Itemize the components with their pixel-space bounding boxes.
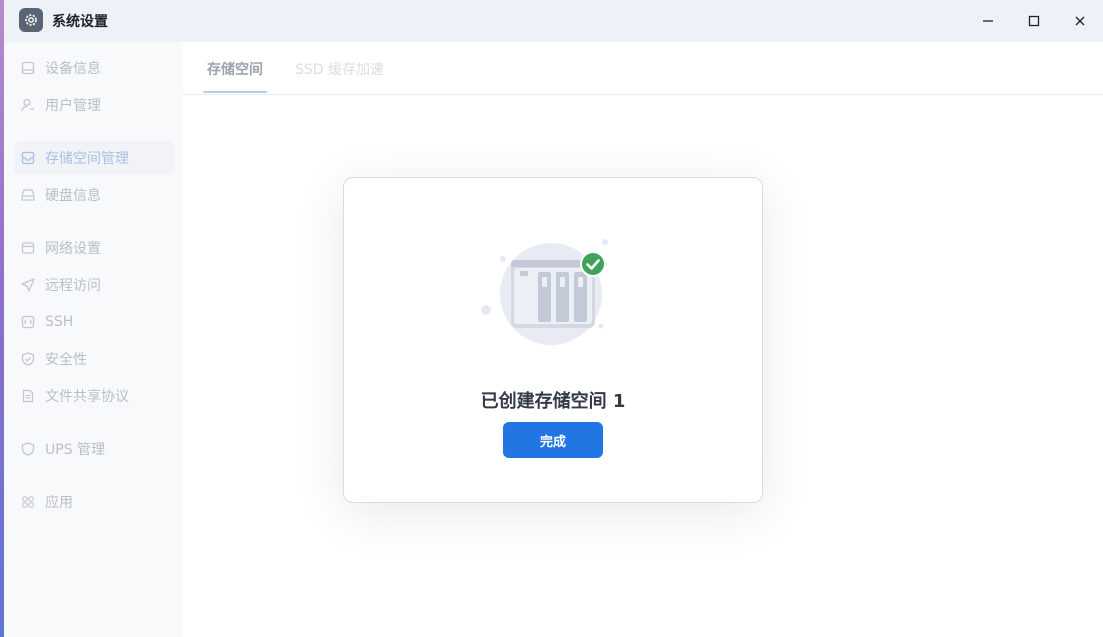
sidebar-item-apps[interactable]: 应用 xyxy=(14,485,174,519)
settings-window: 系统设置 设备信息 用户管理 存储空间管理 硬盘信息 网络设置 远程访问 SSH… xyxy=(4,0,1103,637)
sidebar-item-ups-management[interactable]: UPS 管理 xyxy=(14,432,174,466)
nas-success-icon xyxy=(474,234,634,354)
sidebar-item-label: 用户管理 xyxy=(45,98,101,114)
sidebar-item-network-settings[interactable]: 网络设置 xyxy=(14,231,174,265)
sidebar-item-device-info[interactable]: 设备信息 xyxy=(14,51,174,85)
shield-check-icon xyxy=(20,351,36,367)
sidebar-item-storage-management[interactable]: 存储空间管理 xyxy=(14,141,174,175)
title-bar: 系统设置 xyxy=(4,0,1103,42)
close-button[interactable] xyxy=(1065,6,1095,36)
tab-ssd-cache[interactable]: SSD 缓存加速 xyxy=(295,59,384,79)
sidebar-item-file-sharing[interactable]: 文件共享协议 xyxy=(14,379,174,413)
done-button[interactable]: 完成 xyxy=(503,422,603,458)
close-icon xyxy=(1075,16,1085,26)
success-message: 已创建存储空间 1 xyxy=(480,391,626,412)
apps-icon xyxy=(20,494,36,510)
sidebar: 设备信息 用户管理 存储空间管理 硬盘信息 网络设置 远程访问 SSH 安全性 … xyxy=(4,42,183,637)
storage-created-dialog: 已创建存储空间 1 完成 xyxy=(343,177,763,503)
sidebar-item-label: 安全性 xyxy=(45,352,87,368)
sidebar-item-label: UPS 管理 xyxy=(45,442,106,458)
sidebar-item-label: 网络设置 xyxy=(45,241,101,257)
sidebar-item-label: 存储空间管理 xyxy=(45,151,129,167)
tab-bar: 存储空间 SSD 缓存加速 xyxy=(183,42,1103,95)
active-tab-indicator xyxy=(203,91,267,93)
send-icon xyxy=(20,277,36,293)
sidebar-item-ssh[interactable]: SSH xyxy=(14,305,174,339)
sidebar-item-label: 应用 xyxy=(45,495,73,511)
document-icon xyxy=(20,388,36,404)
minimize-button[interactable] xyxy=(973,6,1003,36)
sidebar-item-label: 远程访问 xyxy=(45,278,101,294)
shield-icon xyxy=(20,441,36,457)
tab-storage-space[interactable]: 存储空间 xyxy=(207,59,263,79)
maximize-icon xyxy=(1028,15,1040,27)
sidebar-item-remote-access[interactable]: 远程访问 xyxy=(14,268,174,302)
network-icon xyxy=(20,240,36,256)
sidebar-item-security[interactable]: 安全性 xyxy=(14,342,174,376)
code-icon xyxy=(20,314,36,330)
user-icon xyxy=(20,97,36,113)
sidebar-item-label: 文件共享协议 xyxy=(45,389,129,405)
storage-icon xyxy=(20,150,36,166)
minimize-icon xyxy=(983,20,993,22)
sidebar-item-user-management[interactable]: 用户管理 xyxy=(14,88,174,122)
sidebar-item-label: 硬盘信息 xyxy=(45,188,101,204)
sidebar-item-disk-info[interactable]: 硬盘信息 xyxy=(14,178,174,212)
window-title: 系统设置 xyxy=(52,14,108,30)
maximize-button[interactable] xyxy=(1019,6,1049,36)
sidebar-item-label: 设备信息 xyxy=(45,61,101,77)
settings-gear-icon xyxy=(19,8,43,32)
disk-icon xyxy=(20,187,36,203)
sidebar-item-label: SSH xyxy=(45,314,74,330)
device-icon xyxy=(20,60,36,76)
